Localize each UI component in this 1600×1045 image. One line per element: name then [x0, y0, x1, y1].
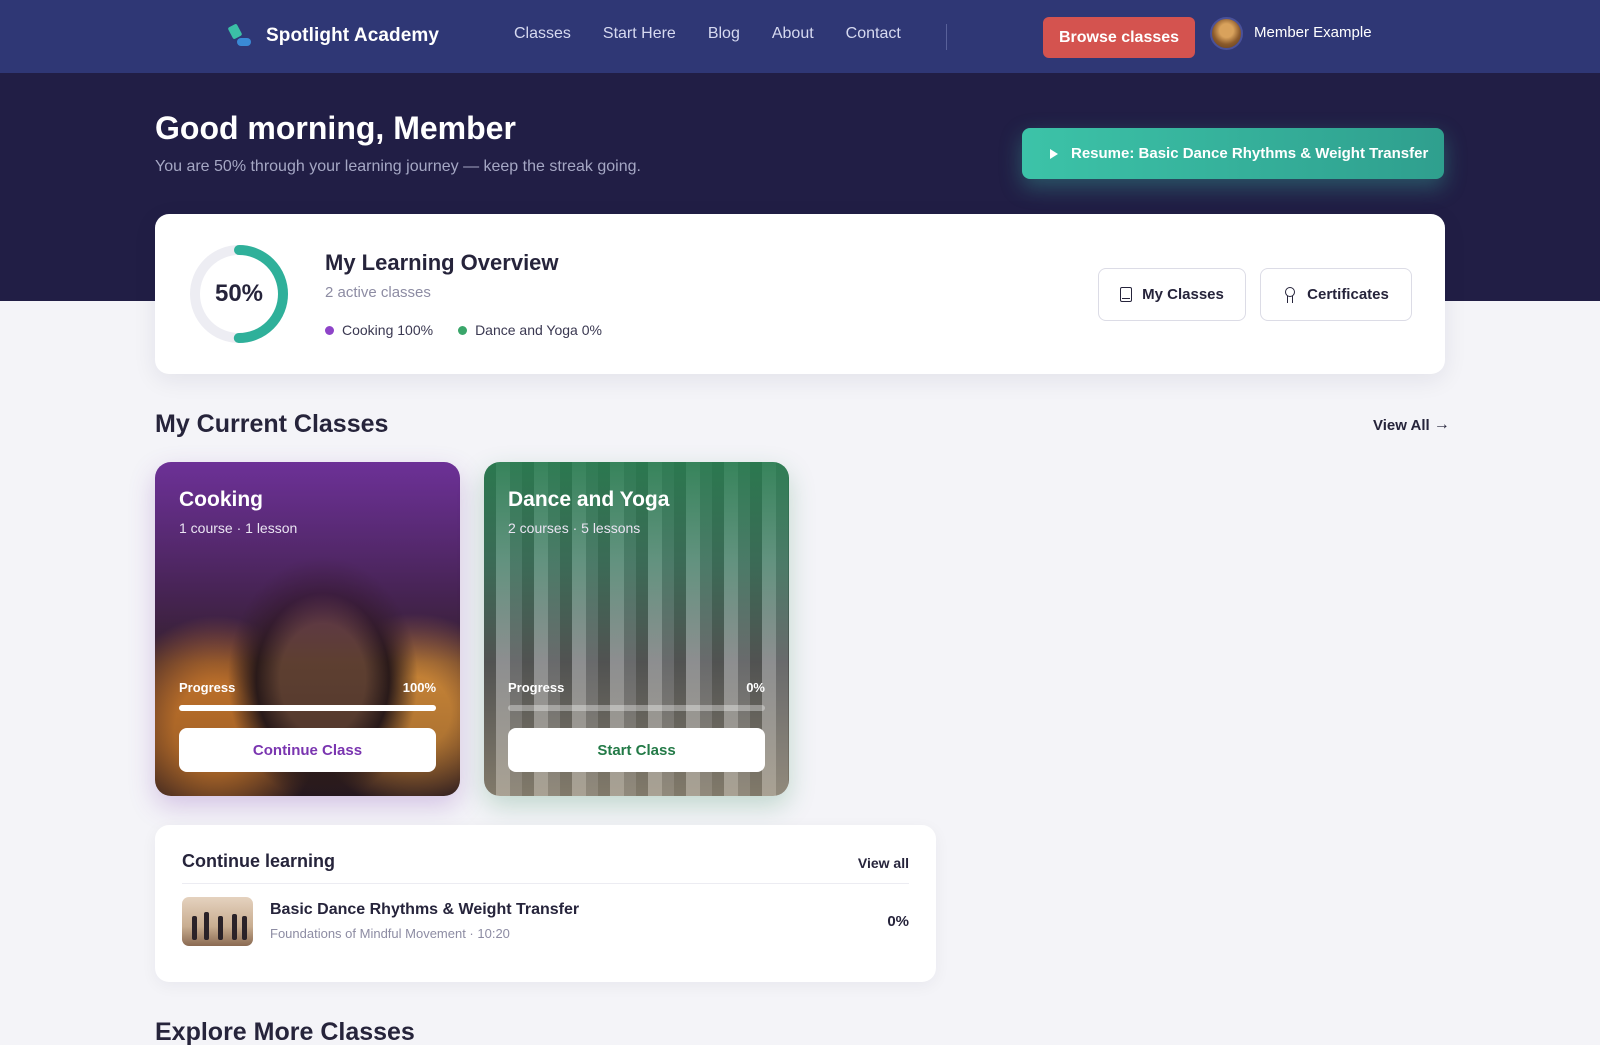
overview-legend: Cooking 100% Dance and Yoga 0%: [325, 322, 627, 338]
list-item[interactable]: Basic Dance Rhythms & Weight Transfer Fo…: [182, 897, 909, 949]
nav-divider: [946, 24, 947, 50]
certificates-button[interactable]: Certificates: [1260, 268, 1412, 321]
lesson-thumbnail: [182, 897, 253, 946]
view-all-link[interactable]: View All →: [1373, 416, 1450, 434]
continue-learning-view-all-link[interactable]: View all: [858, 855, 909, 871]
lesson-progress: 0%: [887, 913, 909, 930]
nav-link-start-here[interactable]: Start Here: [603, 25, 676, 43]
browse-classes-button[interactable]: Browse classes: [1043, 17, 1195, 58]
legend-label: Cooking 100%: [342, 322, 434, 338]
legend-item-cooking: Cooking 100%: [325, 322, 433, 338]
continue-class-button[interactable]: Continue Class: [179, 728, 436, 772]
progress-ring-label: 50%: [214, 280, 264, 307]
start-class-button[interactable]: Start Class: [508, 728, 765, 772]
nav-link-blog[interactable]: Blog: [708, 25, 740, 43]
resume-label: Resume: Basic Dance Rhythms & Weight Tra…: [1071, 145, 1429, 162]
section-title-current-classes: My Current Classes: [155, 410, 389, 438]
top-navbar: Spotlight Academy Classes Start Here Blo…: [0, 0, 1600, 73]
nav-link-about[interactable]: About: [772, 25, 814, 43]
logo-mark-icon: [226, 22, 254, 50]
class-card-progress-fill: [179, 705, 436, 711]
award-icon: [1283, 286, 1297, 303]
arrow-right-icon: →: [1433, 416, 1450, 433]
my-classes-button[interactable]: My Classes: [1098, 268, 1246, 321]
lesson-subtitle: Foundations of Mindful Movement · 10:20: [270, 926, 510, 941]
hero-subtitle: You are 50% through your learning journe…: [155, 158, 641, 175]
legend-dot-icon: [325, 325, 334, 335]
member-name[interactable]: Member Example: [1254, 24, 1372, 41]
resume-lesson-button[interactable]: Resume: Basic Dance Rhythms & Weight Tra…: [1022, 128, 1444, 179]
legend-label: Dance and Yoga 0%: [475, 322, 602, 338]
my-classes-label: My Classes: [1142, 286, 1224, 303]
class-card-title: Cooking: [179, 488, 263, 511]
legend-item-dance-yoga: Dance and Yoga 0%: [458, 322, 602, 338]
nav-links: Classes Start Here Blog About Contact: [514, 25, 933, 43]
class-card-progress-label: Progress: [179, 680, 236, 695]
divider: [182, 883, 909, 884]
class-card-progress-bar: [508, 705, 765, 711]
class-card-progress-value: 100%: [402, 680, 436, 695]
continue-learning-title: Continue learning: [182, 851, 335, 871]
avatar[interactable]: [1210, 17, 1243, 50]
book-icon: [1120, 287, 1133, 302]
class-card-meta: 1 course · 1 lesson: [179, 520, 298, 536]
class-card-dance-yoga[interactable]: Dance and Yoga 2 courses · 5 lessons Pro…: [484, 462, 789, 796]
brand-logo[interactable]: Spotlight Academy: [226, 22, 439, 50]
overview-subtitle: 2 active classes: [325, 284, 431, 301]
page-title: Good morning, Member: [155, 110, 516, 146]
class-card-cooking[interactable]: Cooking 1 course · 1 lesson Progress 100…: [155, 462, 460, 796]
class-card-progress-value: 0%: [746, 680, 765, 695]
legend-dot-icon: [458, 325, 468, 335]
continue-learning-card: Continue learning View all Basic Dance R…: [155, 825, 936, 982]
class-card-meta: 2 courses · 5 lessons: [508, 520, 641, 536]
brand-name: Spotlight Academy: [266, 25, 440, 46]
play-icon: [1050, 148, 1058, 159]
view-all-label: View All: [1373, 416, 1430, 434]
class-card-progress-bar: [179, 705, 436, 711]
class-card-title: Dance and Yoga: [508, 488, 670, 511]
learning-overview-card: 50% My Learning Overview 2 active classe…: [155, 214, 1445, 374]
lesson-title: Basic Dance Rhythms & Weight Transfer: [270, 901, 580, 918]
class-card-progress-label: Progress: [508, 680, 565, 695]
section-title-explore: Explore More Classes: [155, 1018, 415, 1045]
nav-link-contact[interactable]: Contact: [846, 25, 901, 43]
nav-link-classes[interactable]: Classes: [514, 25, 571, 43]
certificates-label: Certificates: [1307, 286, 1389, 303]
overview-title: My Learning Overview: [325, 250, 559, 275]
